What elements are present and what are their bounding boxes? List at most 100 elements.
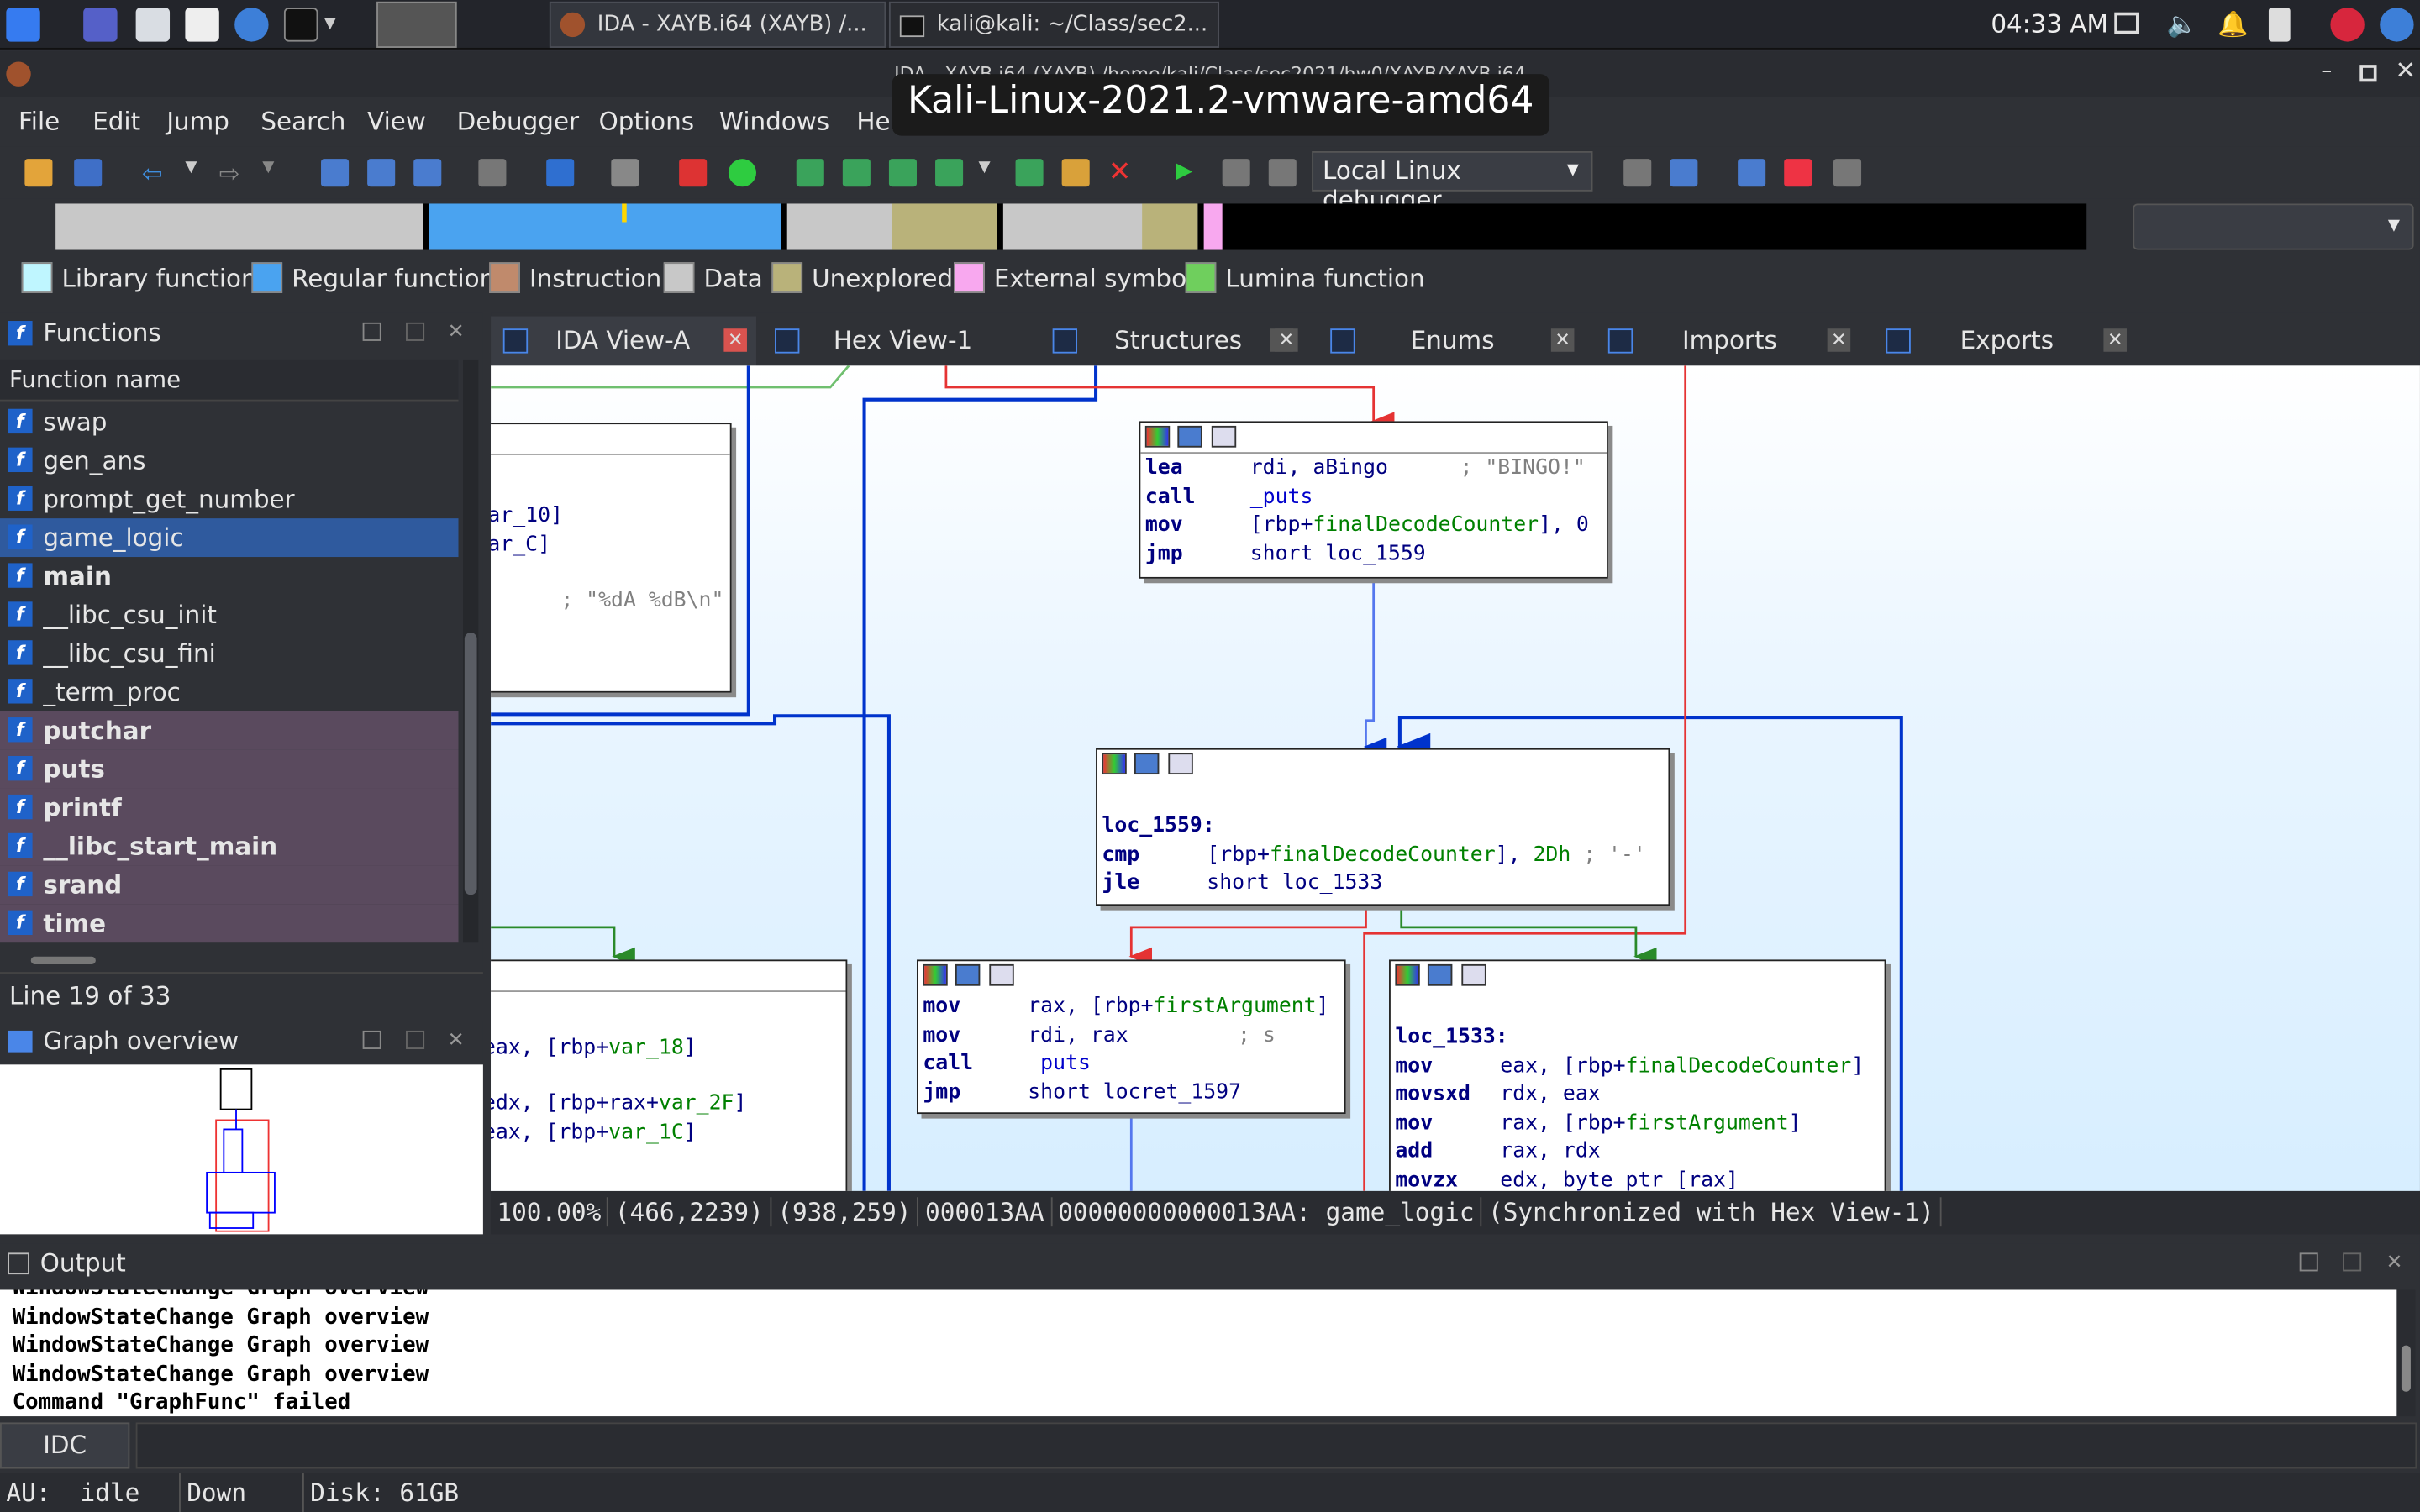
text-editor-icon[interactable] — [185, 8, 219, 42]
code-icon[interactable] — [796, 159, 824, 187]
node-color-icon[interactable] — [1395, 963, 1420, 986]
menu-search[interactable]: Search — [260, 107, 345, 136]
node-edit-icon[interactable] — [1177, 425, 1202, 448]
struct-icon[interactable] — [1015, 159, 1044, 187]
jump-icon[interactable] — [546, 159, 575, 187]
function-list-scroll-thumb[interactable] — [464, 633, 477, 895]
task-ida[interactable]: IDA - XAYB.i64 (XAYB) /... — [549, 1, 886, 48]
edit-function-icon[interactable] — [367, 159, 396, 187]
function-list-item[interactable]: f putchar — [0, 711, 459, 750]
file-manager-icon[interactable] — [135, 8, 171, 42]
stop-icon[interactable] — [1268, 159, 1297, 187]
function-list-item[interactable]: f __libc_csu_fini — [0, 634, 458, 673]
function-list-item[interactable]: f gen_ans — [0, 441, 458, 480]
debugger-select[interactable]: Local Linux debugger ▼ — [1312, 150, 1593, 214]
volume-icon[interactable]: 🔈 — [2167, 9, 2198, 39]
bell-icon[interactable]: 🔔 — [2217, 9, 2249, 39]
graph-node-loc-1559[interactable]: loc_1559: cmp [rbp+finalDecodeCounter], 2… — [1096, 748, 1670, 906]
tab-close-icon[interactable]: ✕ — [1550, 328, 1575, 352]
node-edit-icon[interactable] — [955, 963, 981, 986]
tab-imports[interactable]: Imports ✕ — [1596, 317, 1867, 366]
node-group-icon[interactable] — [1211, 425, 1237, 448]
tab-hex-view-1[interactable]: Hex View-1 ✕ — [762, 317, 1294, 366]
tab-enums[interactable]: Enums ✕ — [1318, 317, 1590, 366]
menu-debugger[interactable]: Debugger — [457, 107, 579, 136]
display-icon[interactable] — [2114, 12, 2139, 34]
trace-icon[interactable] — [1833, 159, 1862, 187]
menu-windows[interactable]: Windows — [719, 107, 829, 136]
graph-node-puts[interactable]: mov rax, [rbp+firstArgument] mov rdi, rax;… — [916, 959, 1346, 1115]
rename-icon[interactable] — [1061, 159, 1090, 187]
function-list-item[interactable]: f srand — [0, 865, 459, 905]
green-circle-icon[interactable] — [728, 159, 756, 187]
kali-menu-icon[interactable] — [6, 8, 40, 42]
idc-language-button[interactable]: IDC — [0, 1422, 130, 1469]
delete-function-icon[interactable] — [413, 159, 442, 187]
navigation-band[interactable] — [55, 203, 2087, 250]
chevron-down-icon[interactable]: ▼ — [324, 8, 343, 41]
menu-jump[interactable]: Jump — [166, 107, 229, 136]
function-list-item[interactable]: f time — [0, 904, 459, 943]
function-list-item[interactable]: f prompt_get_number — [0, 480, 458, 518]
add-breakpoint-icon[interactable] — [1784, 159, 1812, 187]
function-list-item[interactable]: f swap — [0, 402, 458, 441]
maximize-icon[interactable] — [2360, 65, 2377, 82]
graph-view[interactable]: ar_10] ar_C] ; "%dA %dB\n" lea rdi, aBing… — [491, 365, 2420, 1191]
tab-exports[interactable]: Exports ✕ — [1874, 317, 2145, 366]
graph-node-left-bottom[interactable]: : eax, [rbp+var_18] edx, [rbp+rax+var_2F… — [491, 959, 848, 1191]
function-name-column-header[interactable]: Function name — [0, 359, 459, 402]
panel-maximize-icon[interactable] — [2299, 1252, 2318, 1272]
function-list-item[interactable]: f game_logic — [0, 518, 459, 558]
close-icon[interactable]: ✕ — [2396, 55, 2417, 85]
node-color-icon[interactable] — [1144, 425, 1171, 448]
tab-close-icon[interactable]: ✕ — [1827, 328, 1851, 352]
function-list-item[interactable]: f __libc_start_main — [0, 827, 459, 866]
graph-icon[interactable] — [478, 159, 507, 187]
refresh-icon[interactable] — [1670, 159, 1698, 187]
function-list-item[interactable]: f puts — [0, 749, 459, 789]
tab-ida-view-a[interactable]: IDA View-A ✕ — [491, 316, 756, 366]
node-edit-icon[interactable] — [1134, 753, 1160, 775]
function-list-item[interactable]: f _term_proc — [0, 673, 458, 711]
menu-file[interactable]: File — [18, 107, 60, 136]
data-icon[interactable] — [842, 159, 871, 187]
nav-combo[interactable]: ▼ — [2133, 203, 2414, 250]
workspace-icon[interactable] — [83, 8, 118, 42]
save-icon[interactable] — [74, 159, 103, 187]
terminal-icon[interactable] — [283, 8, 318, 42]
panel-float-icon[interactable] — [406, 322, 425, 341]
menu-edit[interactable]: Edit — [92, 107, 140, 136]
node-edit-icon[interactable] — [1427, 963, 1453, 986]
panel-close-icon[interactable]: ✕ — [448, 313, 465, 354]
node-color-icon[interactable] — [1102, 753, 1127, 775]
array-icon[interactable] — [935, 159, 964, 187]
node-group-icon[interactable] — [1168, 753, 1193, 775]
array-dropdown-icon[interactable]: ▼ — [978, 159, 1006, 186]
string-icon[interactable] — [888, 159, 917, 187]
output-scroll-thumb[interactable] — [2401, 1345, 2411, 1392]
attach-icon[interactable] — [1623, 159, 1652, 187]
open-icon[interactable] — [24, 159, 53, 187]
tab-close-icon[interactable]: ✕ — [723, 328, 747, 352]
function-list-item[interactable]: f __libc_csu_init — [0, 596, 458, 634]
node-color-icon[interactable] — [923, 963, 948, 986]
panel-close-icon[interactable]: ✕ — [448, 1021, 465, 1062]
search-icon[interactable] — [611, 159, 639, 187]
back-dropdown-icon[interactable]: ▼ — [185, 159, 213, 186]
start-process-icon[interactable]: ▶ — [1176, 159, 1204, 186]
graph-node-left-top[interactable]: ar_10] ar_C] ; "%dA %dB\n" — [491, 423, 732, 693]
panel-close-icon[interactable]: ✕ — [2386, 1243, 2403, 1284]
tab-structures[interactable]: Structures ✕ — [1040, 317, 1312, 366]
minimize-icon[interactable]: – — [2321, 59, 2332, 83]
function-list-item[interactable]: f main — [0, 557, 458, 596]
function-list-hscroll-thumb[interactable] — [30, 956, 96, 964]
clock[interactable]: 04:33 AM — [1991, 9, 2108, 39]
node-group-icon[interactable] — [989, 963, 1014, 986]
panel-maximize-icon[interactable] — [362, 322, 381, 341]
back-icon[interactable]: ⇦ — [142, 159, 170, 188]
create-function-icon[interactable] — [321, 159, 350, 187]
task-terminal[interactable]: kali@kali: ~/Class/sec2... — [888, 1, 1219, 48]
lock-icon[interactable] — [2330, 8, 2365, 42]
panel-float-icon[interactable] — [406, 1030, 425, 1049]
active-app-thumbnail[interactable] — [376, 1, 457, 48]
